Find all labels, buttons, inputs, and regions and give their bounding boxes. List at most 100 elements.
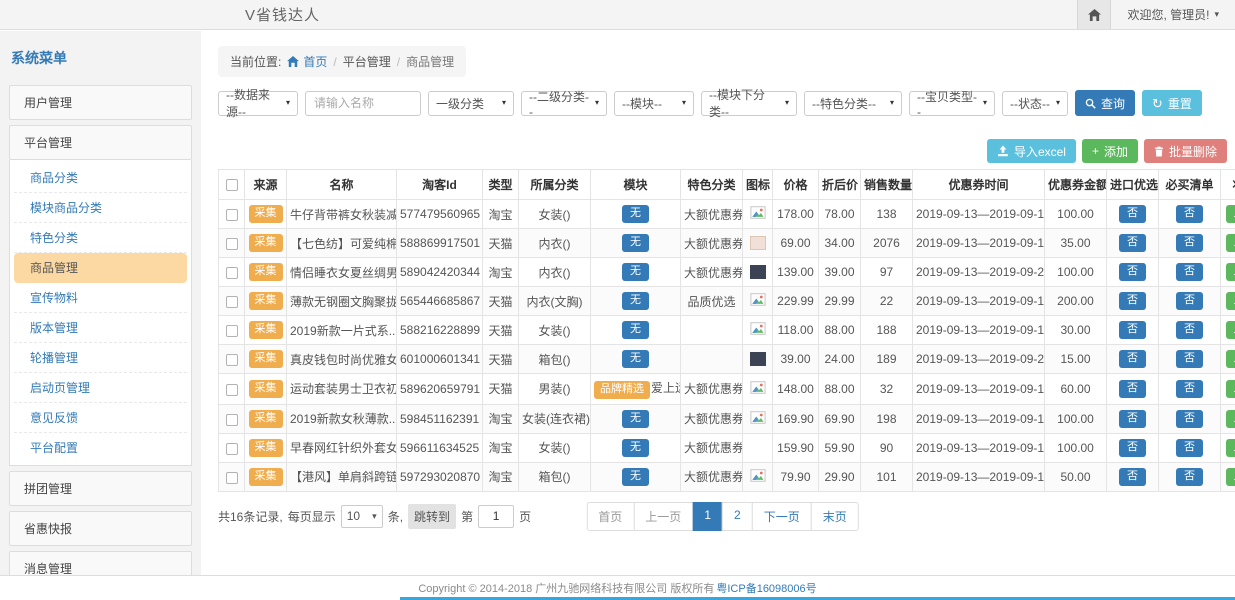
page-button-末页[interactable]: 末页	[811, 502, 859, 531]
col-header-0	[219, 170, 245, 200]
status-button[interactable]: 上架	[1226, 350, 1235, 368]
source-badge: 采集	[249, 234, 283, 252]
imported-toggle-button[interactable]: 否	[1119, 350, 1146, 368]
col-header-11: 销售数量	[861, 170, 913, 200]
status-button[interactable]: 上架	[1226, 205, 1235, 223]
feature-category: 大额优惠券	[681, 462, 743, 491]
mustbuy-toggle-button[interactable]: 否	[1176, 350, 1203, 368]
row-checkbox[interactable]	[226, 472, 238, 484]
page-suffix: 页	[519, 508, 531, 525]
per-page-label: 每页显示	[288, 508, 336, 525]
mustbuy-toggle-button[interactable]: 否	[1176, 263, 1203, 281]
add-button[interactable]: + 添加	[1082, 139, 1138, 163]
imported-toggle-button[interactable]: 否	[1119, 321, 1146, 339]
status-button[interactable]: 上架	[1226, 439, 1235, 457]
row-checkbox[interactable]	[226, 384, 238, 396]
page-button-下一页[interactable]: 下一页	[752, 502, 812, 531]
jump-button[interactable]: 跳转到	[408, 504, 456, 529]
imported-toggle-button[interactable]: 否	[1119, 263, 1146, 281]
status-button[interactable]: 上架	[1226, 380, 1235, 398]
breadcrumb-location-label: 当前位置:	[230, 53, 281, 70]
page-button-首页[interactable]: 首页	[586, 502, 634, 531]
sidebar-group-0[interactable]: 用户管理	[9, 85, 192, 120]
import-excel-button[interactable]: 导入excel	[987, 139, 1076, 163]
imported-toggle-button[interactable]: 否	[1119, 205, 1146, 223]
sidebar-item-5[interactable]: 版本管理	[14, 313, 187, 343]
sidebar-group-3[interactable]: 省惠快报	[9, 511, 192, 546]
sidebar-item-1[interactable]: 模块商品分类	[14, 193, 187, 223]
batch-delete-button[interactable]: 批量删除	[1144, 139, 1227, 163]
mustbuy-toggle-button[interactable]: 否	[1176, 205, 1203, 223]
page-number-input[interactable]	[478, 505, 514, 528]
imported-toggle-button[interactable]: 否	[1119, 380, 1146, 398]
sales-count: 198	[861, 404, 913, 433]
sidebar-item-9[interactable]: 平台配置	[14, 433, 187, 462]
sidebar-group-2[interactable]: 拼团管理	[9, 471, 192, 506]
imported-toggle-button[interactable]: 否	[1119, 234, 1146, 252]
status-button[interactable]: 上架	[1226, 292, 1235, 310]
top-header: V省钱达人 欢迎您, 管理员! ▾	[0, 0, 1235, 30]
filter-select-7[interactable]: --宝贝类型-- ▾	[909, 91, 995, 116]
breadcrumb-home-link[interactable]: 首页	[287, 53, 327, 70]
breadcrumb-separator: /	[333, 55, 336, 69]
home-button[interactable]	[1077, 0, 1111, 29]
status-button[interactable]: 上架	[1226, 263, 1235, 281]
row-checkbox[interactable]	[226, 209, 238, 221]
row-checkbox[interactable]	[226, 238, 238, 250]
row-checkbox[interactable]	[226, 325, 238, 337]
row-checkbox[interactable]	[226, 414, 238, 426]
breadcrumb-item-platform[interactable]: 平台管理	[343, 53, 391, 70]
sales-count: 189	[861, 345, 913, 374]
sidebar-item-4[interactable]: 宣传物料	[14, 283, 187, 313]
status-button[interactable]: 上架	[1226, 321, 1235, 339]
page-button-上一页[interactable]: 上一页	[633, 502, 693, 531]
mustbuy-toggle-button[interactable]: 否	[1176, 410, 1203, 428]
caret-down-icon: ▾	[502, 99, 506, 107]
row-checkbox[interactable]	[226, 296, 238, 308]
sidebar-item-0[interactable]: 商品分类	[14, 163, 187, 193]
sidebar-item-6[interactable]: 轮播管理	[14, 343, 187, 373]
sidebar-item-2[interactable]: 特色分类	[14, 223, 187, 253]
imported-toggle-button[interactable]: 否	[1119, 292, 1146, 310]
mustbuy-toggle-button[interactable]: 否	[1176, 321, 1203, 339]
status-button[interactable]: 上架	[1226, 234, 1235, 252]
filter-select-2[interactable]: 一级分类 ▾	[428, 91, 514, 116]
filter-select-8[interactable]: --状态-- ▾	[1002, 91, 1068, 116]
page-button-2[interactable]: 2	[722, 502, 753, 531]
mustbuy-toggle-button[interactable]: 否	[1176, 292, 1203, 310]
filter-select-6[interactable]: --特色分类-- ▾	[804, 91, 902, 116]
mustbuy-toggle-button[interactable]: 否	[1176, 380, 1203, 398]
sidebar-item-7[interactable]: 启动页管理	[14, 373, 187, 403]
sidebar-item-3[interactable]: 商品管理	[14, 253, 187, 283]
page-button-1[interactable]: 1	[692, 502, 723, 531]
per-page-select[interactable]: 10 ▾	[341, 505, 383, 528]
imported-toggle-button[interactable]: 否	[1119, 468, 1146, 486]
status-button[interactable]: 上架	[1226, 410, 1235, 428]
row-checkbox[interactable]	[226, 267, 238, 279]
row-checkbox[interactable]	[226, 443, 238, 455]
filter-select-3[interactable]: --二级分类-- ▾	[521, 91, 607, 116]
reset-button[interactable]: ↻ 重置	[1142, 90, 1202, 116]
filter-select-0[interactable]: --数据来源-- ▾	[218, 91, 298, 116]
feature-category: 大额优惠券	[681, 374, 743, 405]
source-badge: 采集	[249, 205, 283, 223]
row-checkbox[interactable]	[226, 354, 238, 366]
search-button[interactable]: 查询	[1075, 90, 1135, 116]
mustbuy-toggle-button[interactable]: 否	[1176, 439, 1203, 457]
sidebar-group-1[interactable]: 平台管理	[9, 125, 192, 160]
mustbuy-toggle-button[interactable]: 否	[1176, 234, 1203, 252]
filter-select-4[interactable]: --模块-- ▾	[614, 91, 694, 116]
action-toolbar: 导入excel + 添加 批量删除	[218, 139, 1227, 163]
mustbuy-toggle-button[interactable]: 否	[1176, 468, 1203, 486]
status-button[interactable]: 上架	[1226, 468, 1235, 486]
sidebar-item-8[interactable]: 意见反馈	[14, 403, 187, 433]
icp-link[interactable]: 粤ICP备16098006号	[716, 580, 816, 596]
sidebar-group-4[interactable]: 消息管理	[9, 551, 192, 575]
taoke-id: 577479560965	[397, 200, 483, 229]
imported-toggle-button[interactable]: 否	[1119, 439, 1146, 457]
user-menu[interactable]: 欢迎您, 管理员! ▾	[1111, 0, 1235, 29]
select-all-checkbox[interactable]	[226, 179, 238, 191]
filter-select-5[interactable]: --模块下分类-- ▾	[701, 91, 797, 116]
imported-toggle-button[interactable]: 否	[1119, 410, 1146, 428]
name-search-input[interactable]	[305, 91, 421, 116]
